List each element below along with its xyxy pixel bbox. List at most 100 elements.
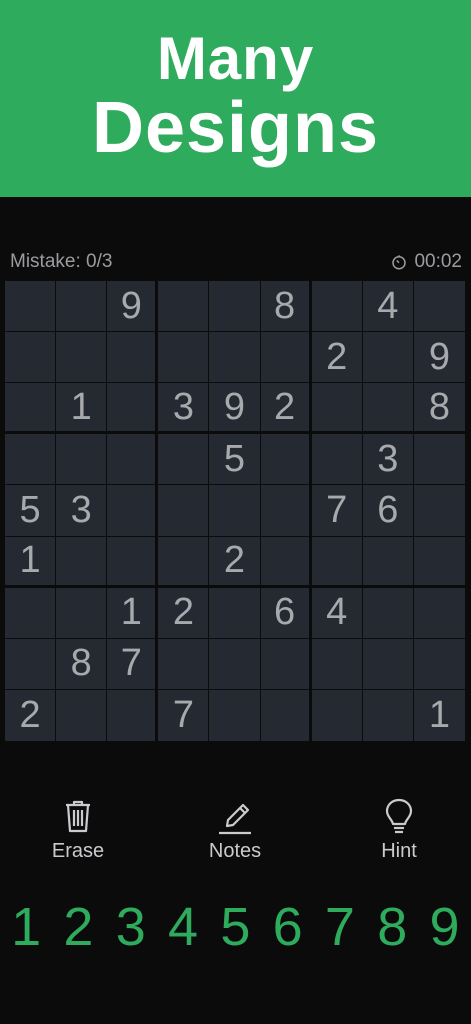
grid-cell[interactable] xyxy=(362,689,414,741)
grid-cell[interactable] xyxy=(107,383,159,435)
grid-cell[interactable]: 1 xyxy=(107,587,159,639)
grid-cell[interactable]: 4 xyxy=(362,281,414,333)
grid-cell[interactable]: 6 xyxy=(260,587,312,639)
grid-cell[interactable] xyxy=(362,536,414,588)
hint-button[interactable]: Hint xyxy=(339,796,459,866)
grid-cell[interactable]: 2 xyxy=(158,587,210,639)
promo-banner: Many Designs xyxy=(0,0,471,197)
grid-cell[interactable] xyxy=(260,332,312,384)
grid-cell[interactable] xyxy=(413,638,465,690)
grid-cell[interactable] xyxy=(260,689,312,741)
number-button-1[interactable]: 1 xyxy=(0,897,52,957)
grid-cell[interactable] xyxy=(5,587,57,639)
erase-label: Erase xyxy=(51,840,105,862)
pencil-icon xyxy=(219,803,251,835)
grid-cell[interactable]: 1 xyxy=(413,689,465,741)
grid-cell[interactable]: 8 xyxy=(56,638,108,690)
grid-cell[interactable] xyxy=(362,383,414,435)
notes-label: Notes xyxy=(208,840,262,862)
grid-cell[interactable] xyxy=(56,689,108,741)
number-button-3[interactable]: 3 xyxy=(105,897,157,957)
grid-cell[interactable] xyxy=(209,485,261,537)
grid-cell[interactable] xyxy=(56,536,108,588)
grid-cell[interactable] xyxy=(56,281,108,333)
grid-cell[interactable]: 1 xyxy=(56,383,108,435)
grid-cell[interactable] xyxy=(107,485,159,537)
erase-button[interactable]: Erase xyxy=(18,796,138,866)
grid-cell[interactable] xyxy=(413,587,465,639)
grid-cell[interactable] xyxy=(260,434,312,486)
number-button-5[interactable]: 5 xyxy=(209,897,261,957)
grid-cell[interactable] xyxy=(158,485,210,537)
number-button-4[interactable]: 4 xyxy=(157,897,209,957)
grid-cell[interactable]: 6 xyxy=(362,485,414,537)
number-button-8[interactable]: 8 xyxy=(366,897,418,957)
grid-cell[interactable]: 9 xyxy=(107,281,159,333)
grid-cell[interactable]: 7 xyxy=(311,485,363,537)
grid-cell[interactable]: 2 xyxy=(260,383,312,435)
grid-cell[interactable] xyxy=(413,434,465,486)
toolbar: Erase Notes Hint xyxy=(0,796,471,866)
grid-cell[interactable] xyxy=(209,332,261,384)
grid-cell[interactable] xyxy=(311,434,363,486)
grid-cell[interactable]: 8 xyxy=(260,281,312,333)
grid-cell[interactable] xyxy=(311,281,363,333)
grid-cell[interactable]: 5 xyxy=(5,485,57,537)
grid-cell[interactable]: 4 xyxy=(311,587,363,639)
number-button-6[interactable]: 6 xyxy=(261,897,313,957)
grid-cell[interactable] xyxy=(158,434,210,486)
grid-cell[interactable] xyxy=(311,536,363,588)
number-button-2[interactable]: 2 xyxy=(52,897,104,957)
grid-cell[interactable] xyxy=(311,638,363,690)
grid-cell[interactable] xyxy=(56,587,108,639)
grid-cell[interactable]: 1 xyxy=(5,536,57,588)
grid-cell[interactable]: 7 xyxy=(107,638,159,690)
grid-cell[interactable] xyxy=(158,536,210,588)
grid-cell[interactable] xyxy=(260,485,312,537)
grid-cell[interactable] xyxy=(362,332,414,384)
grid-cell[interactable]: 9 xyxy=(413,332,465,384)
grid-cell[interactable] xyxy=(107,434,159,486)
grid-cell[interactable]: 3 xyxy=(56,485,108,537)
grid-cell[interactable] xyxy=(209,281,261,333)
grid-cell[interactable] xyxy=(5,332,57,384)
grid-cell[interactable] xyxy=(158,638,210,690)
grid-cell[interactable] xyxy=(413,536,465,588)
grid-cell[interactable] xyxy=(260,536,312,588)
grid-cell[interactable] xyxy=(209,638,261,690)
grid-cell[interactable] xyxy=(5,434,57,486)
grid-cell[interactable] xyxy=(158,281,210,333)
grid-cell[interactable] xyxy=(209,587,261,639)
grid-cell[interactable]: 2 xyxy=(5,689,57,741)
grid-cell[interactable]: 2 xyxy=(311,332,363,384)
grid-cell[interactable] xyxy=(311,383,363,435)
grid-cell[interactable] xyxy=(107,689,159,741)
grid-cell[interactable] xyxy=(5,383,57,435)
grid-cell[interactable]: 2 xyxy=(209,536,261,588)
grid-cell[interactable] xyxy=(362,638,414,690)
grid-cell[interactable]: 5 xyxy=(209,434,261,486)
grid-cell[interactable] xyxy=(260,638,312,690)
grid-cell[interactable] xyxy=(56,332,108,384)
grid-cell[interactable]: 3 xyxy=(158,383,210,435)
grid-cell[interactable]: 9 xyxy=(209,383,261,435)
grid-cell[interactable] xyxy=(209,689,261,741)
number-button-7[interactable]: 7 xyxy=(314,897,366,957)
trash-icon xyxy=(66,800,90,833)
grid-cell[interactable] xyxy=(311,689,363,741)
grid-cell[interactable] xyxy=(5,281,57,333)
grid-cell[interactable]: 8 xyxy=(413,383,465,435)
grid-cell[interactable] xyxy=(362,587,414,639)
grid-cell[interactable]: 3 xyxy=(362,434,414,486)
grid-cell[interactable] xyxy=(413,485,465,537)
notes-button[interactable]: Notes xyxy=(175,796,295,866)
number-button-9[interactable]: 9 xyxy=(418,897,470,957)
hint-label: Hint xyxy=(381,840,417,862)
grid-cell[interactable] xyxy=(5,638,57,690)
grid-cell[interactable] xyxy=(56,434,108,486)
grid-cell[interactable] xyxy=(107,536,159,588)
grid-cell[interactable] xyxy=(413,281,465,333)
grid-cell[interactable] xyxy=(107,332,159,384)
grid-cell[interactable] xyxy=(158,332,210,384)
grid-cell[interactable]: 7 xyxy=(158,689,210,741)
